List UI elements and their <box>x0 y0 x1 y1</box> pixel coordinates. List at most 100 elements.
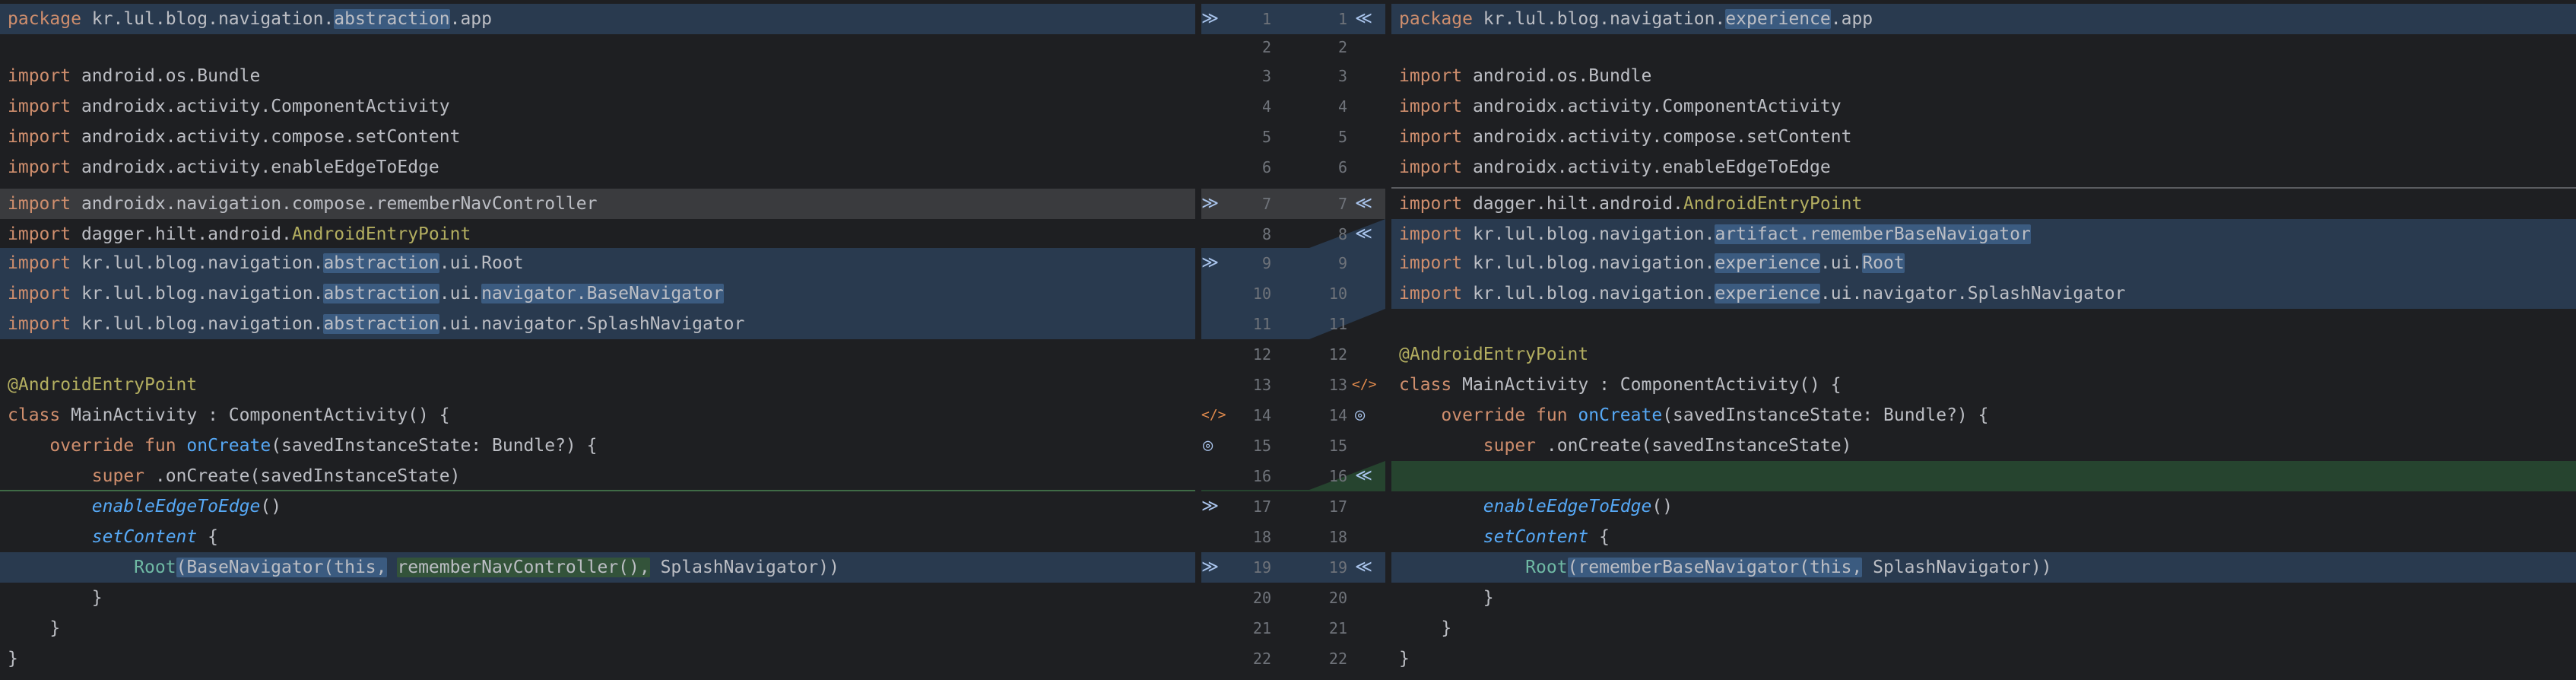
code-icon[interactable]: </> <box>1352 370 1377 400</box>
right-line-number: 7 <box>1337 195 1347 213</box>
left-line-number: 6 <box>1261 158 1271 176</box>
double-chevron-left-icon[interactable]: ≪ <box>1355 4 1372 34</box>
code-token: .app <box>1830 9 1873 29</box>
code-token: import <box>8 194 71 214</box>
code-token: .onCreate(savedInstanceState) <box>144 466 461 486</box>
code-token: androidx.activity.compose.setContent <box>71 127 461 147</box>
line-code: } <box>8 613 60 643</box>
left-line-number: 16 <box>1252 467 1271 485</box>
left-line: import androidx.navigation.compose.remem… <box>0 189 1195 219</box>
code-token: androidx.activity.enableEdgeToEdge <box>71 157 439 177</box>
left-line: Root(BaseNavigator(this, rememberNavCont… <box>0 552 1195 583</box>
code-token: kr.lul.blog.navigation. <box>1462 253 1715 273</box>
right-line-number: 19 <box>1328 558 1347 577</box>
left-line-number: 19 <box>1252 558 1271 577</box>
double-chevron-right-icon[interactable]: ≫ <box>1201 189 1219 219</box>
left-line <box>0 32 1195 62</box>
left-line-number: 20 <box>1252 589 1271 607</box>
line-code: class MainActivity : ComponentActivity()… <box>8 400 450 431</box>
code-token: import <box>8 66 71 86</box>
line-code: import kr.lul.blog.navigation.artifact.r… <box>1399 219 2031 249</box>
code-token: androidx.navigation.compose.rememberNavC… <box>71 194 598 214</box>
left-line: package kr.lul.blog.navigation.abstracti… <box>0 4 1195 34</box>
double-chevron-right-icon[interactable]: ≫ <box>1201 4 1219 34</box>
code-token: super <box>91 466 145 486</box>
line-code: enableEdgeToEdge() <box>8 491 281 522</box>
left-line: class MainActivity : ComponentActivity()… <box>0 400 1195 431</box>
code-token: (savedInstanceState: Bundle?) { <box>1662 405 1989 425</box>
right-line: } <box>1391 583 2576 613</box>
right-line: override fun onCreate(savedInstanceState… <box>1391 400 2576 431</box>
double-chevron-left-icon[interactable]: ≪ <box>1355 552 1372 583</box>
left-line: import kr.lul.blog.navigation.abstractio… <box>0 248 1195 278</box>
code-token: setContent <box>91 527 198 547</box>
left-editor-pane[interactable]: package kr.lul.blog.navigation.abstracti… <box>0 0 1195 680</box>
left-line-number: 8 <box>1261 225 1271 243</box>
code-token: androidx.activity.enableEdgeToEdge <box>1462 157 1831 177</box>
code-token: dagger.hilt.android. <box>71 224 292 244</box>
left-line: override fun onCreate(savedInstanceState… <box>0 431 1195 461</box>
double-chevron-left-icon[interactable]: ≪ <box>1355 219 1372 249</box>
code-token: dagger.hilt.android. <box>1462 194 1683 214</box>
line-code: import kr.lul.blog.navigation.abstractio… <box>8 309 744 339</box>
right-line: import dagger.hilt.android.AndroidEntryP… <box>1391 189 2576 219</box>
right-line-number: 15 <box>1328 437 1347 455</box>
line-code: } <box>8 583 103 613</box>
code-token: kr.lul.blog.navigation. <box>81 9 335 29</box>
line-code: import kr.lul.blog.navigation.experience… <box>1399 248 1905 278</box>
left-line-number: 22 <box>1252 650 1271 668</box>
right-line: import android.os.Bundle <box>1391 61 2576 91</box>
left-line-number: 5 <box>1261 128 1271 146</box>
code-token: () <box>1651 497 1673 516</box>
code-token: import <box>8 284 71 303</box>
code-token: { <box>1588 527 1610 547</box>
left-line: import androidx.activity.enableEdgeToEdg… <box>0 152 1195 183</box>
left-line: import androidx.activity.ComponentActivi… <box>0 91 1195 122</box>
left-line: import androidx.activity.compose.setCont… <box>0 122 1195 152</box>
line-code: enableEdgeToEdge() <box>1399 491 1673 522</box>
line-code: import kr.lul.blog.navigation.abstractio… <box>8 278 724 309</box>
code-icon[interactable]: </> <box>1201 400 1226 431</box>
left-line-number: 3 <box>1261 67 1271 85</box>
code-token: Root <box>1862 253 1905 273</box>
line-code: super .onCreate(savedInstanceState) <box>8 461 461 491</box>
left-line: } <box>0 643 1195 674</box>
right-line: import kr.lul.blog.navigation.experience… <box>1391 248 2576 278</box>
right-line: Root(rememberBaseNavigator(this, SplashN… <box>1391 552 2576 583</box>
double-chevron-right-icon[interactable]: ≫ <box>1201 552 1219 583</box>
left-line-number: 15 <box>1252 437 1271 455</box>
code-token: onCreate <box>1578 405 1663 425</box>
code-token: SplashNavigator)) <box>649 558 839 577</box>
target-icon[interactable]: ◎ <box>1203 431 1213 461</box>
right-line-number: 17 <box>1328 497 1347 516</box>
right-editor-pane[interactable]: package kr.lul.blog.navigation.experienc… <box>1391 0 2576 680</box>
right-line-number: 22 <box>1328 650 1347 668</box>
double-chevron-right-icon[interactable]: ≫ <box>1201 491 1219 522</box>
double-chevron-left-icon[interactable]: ≪ <box>1355 189 1372 219</box>
left-line-number: 14 <box>1252 406 1271 424</box>
line-code: } <box>1399 613 1451 643</box>
double-chevron-right-icon[interactable]: ≫ <box>1201 248 1219 278</box>
line-code: import dagger.hilt.android.AndroidEntryP… <box>1399 189 1862 219</box>
line-code: Root(rememberBaseNavigator(this, SplashN… <box>1399 552 2052 583</box>
line-code: } <box>1399 583 1494 613</box>
right-line-number: 13 <box>1328 376 1347 394</box>
double-chevron-left-icon[interactable]: ≪ <box>1355 461 1372 491</box>
target-icon[interactable]: ◎ <box>1355 400 1365 431</box>
right-line-number: 3 <box>1337 67 1347 85</box>
left-line-number: 12 <box>1252 345 1271 364</box>
code-token: import <box>1399 194 1463 214</box>
code-token: import <box>8 253 71 273</box>
right-line: import androidx.activity.ComponentActivi… <box>1391 91 2576 122</box>
right-line: import kr.lul.blog.navigation.artifact.r… <box>1391 219 2576 249</box>
code-token: .ui. <box>1819 253 1863 273</box>
line-code: import kr.lul.blog.navigation.abstractio… <box>8 248 524 278</box>
left-line: } <box>0 613 1195 643</box>
line-code: import androidx.navigation.compose.remem… <box>8 189 597 219</box>
code-token: package <box>8 9 81 29</box>
right-line: } <box>1391 643 2576 674</box>
